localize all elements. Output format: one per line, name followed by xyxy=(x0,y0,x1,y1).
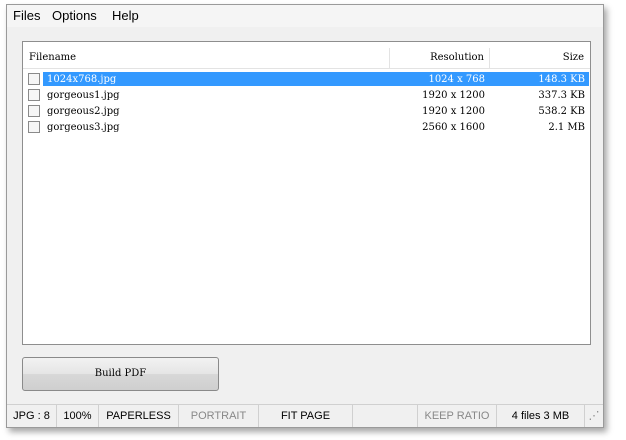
file-row[interactable]: 1024x768.jpg 1024 x 768 148.3 KB xyxy=(23,72,590,87)
file-size: 148.3 KB xyxy=(538,74,585,85)
file-list-panel[interactable]: Filename Resolution Size 1024x768.jpg 10… xyxy=(22,41,591,345)
file-size: 2.1 MB xyxy=(548,122,585,133)
status-paperless[interactable]: PAPERLESS xyxy=(99,405,179,427)
selection-highlight xyxy=(43,72,589,86)
file-name: gorgeous2.jpg xyxy=(47,106,120,117)
file-resolution: 1024 x 768 xyxy=(428,74,485,85)
file-name: gorgeous1.jpg xyxy=(47,90,120,101)
column-separator[interactable] xyxy=(489,48,490,68)
file-checkbox[interactable] xyxy=(28,121,40,133)
status-fit-page[interactable]: FIT PAGE xyxy=(259,405,353,427)
file-checkbox[interactable] xyxy=(28,89,40,101)
menu-bar: Files Options Help xyxy=(7,5,603,27)
column-header-size[interactable]: Size xyxy=(563,52,584,63)
status-keep-ratio[interactable]: KEEP RATIO xyxy=(417,405,497,427)
status-format: JPG : 8 xyxy=(7,405,57,427)
file-row[interactable]: gorgeous1.jpg 1920 x 1200 337.3 KB xyxy=(23,88,590,103)
menu-help[interactable]: Help xyxy=(112,8,139,23)
file-row[interactable]: gorgeous3.jpg 2560 x 1600 2.1 MB xyxy=(23,120,590,135)
status-files-count: 4 files 3 MB xyxy=(497,405,585,427)
column-header-filename[interactable]: Filename xyxy=(29,52,76,63)
file-resolution: 1920 x 1200 xyxy=(422,106,485,117)
status-zoom[interactable]: 100% xyxy=(57,405,99,427)
list-header: Filename Resolution Size xyxy=(23,48,590,69)
menu-options[interactable]: Options xyxy=(52,8,97,23)
column-separator[interactable] xyxy=(389,48,390,68)
file-resolution: 1920 x 1200 xyxy=(422,90,485,101)
file-size: 337.3 KB xyxy=(538,90,585,101)
status-bar: JPG : 8 100% PAPERLESS PORTRAIT FIT PAGE… xyxy=(7,404,603,427)
resize-grip-icon[interactable]: ⋰ xyxy=(585,405,603,427)
file-size: 538.2 KB xyxy=(538,106,585,117)
app-window: Files Options Help Filename Resolution S… xyxy=(6,4,604,428)
status-spacer xyxy=(353,405,417,427)
menu-files[interactable]: Files xyxy=(13,8,40,23)
file-name: 1024x768.jpg xyxy=(47,74,117,85)
file-name: gorgeous3.jpg xyxy=(47,122,120,133)
file-resolution: 2560 x 1600 xyxy=(422,122,485,133)
file-checkbox[interactable] xyxy=(28,73,40,85)
build-pdf-button[interactable]: Build PDF xyxy=(22,357,219,391)
file-checkbox[interactable] xyxy=(28,105,40,117)
status-portrait[interactable]: PORTRAIT xyxy=(179,405,259,427)
column-header-resolution[interactable]: Resolution xyxy=(430,52,484,63)
file-row[interactable]: gorgeous2.jpg 1920 x 1200 538.2 KB xyxy=(23,104,590,119)
